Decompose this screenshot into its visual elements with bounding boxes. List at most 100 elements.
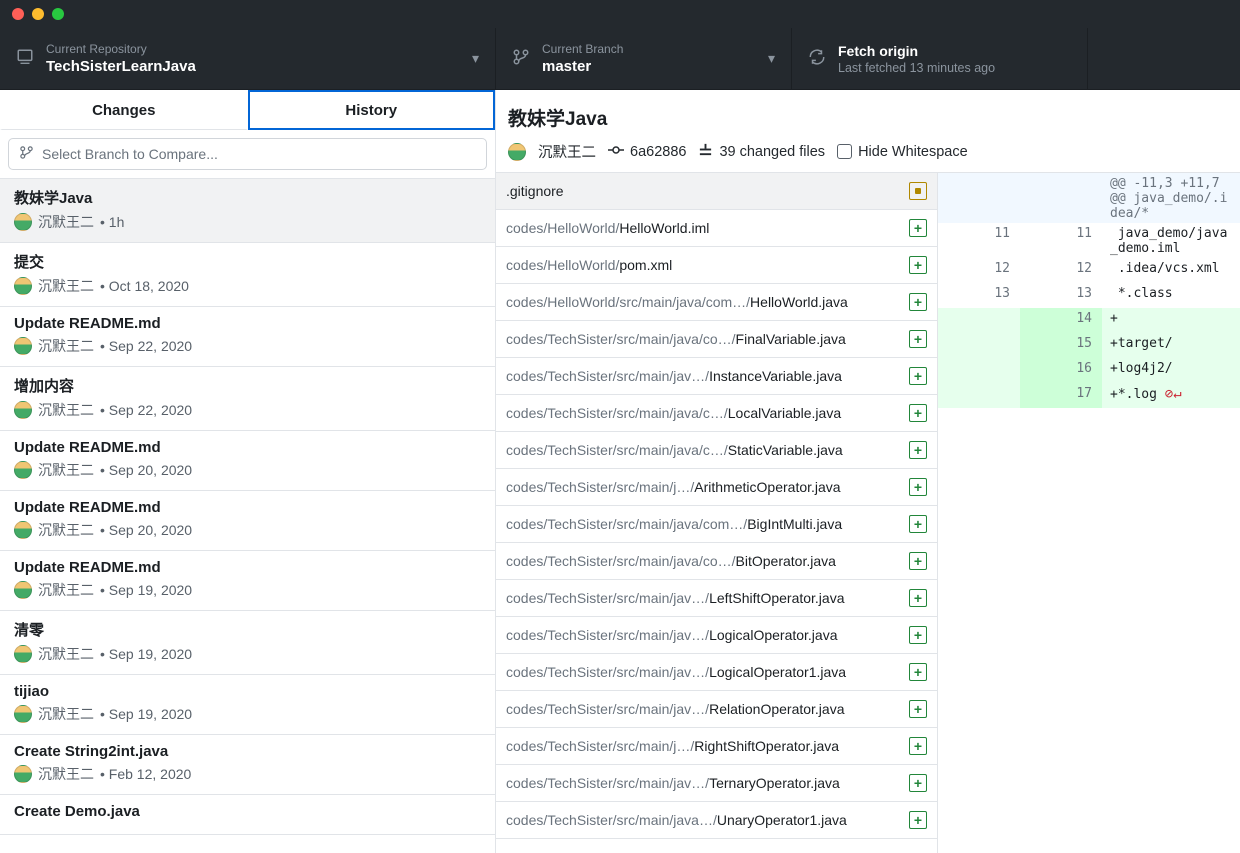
diff-line: java_demo/java_demo.iml	[1102, 223, 1240, 258]
file-row[interactable]: .gitignore	[496, 173, 937, 210]
changed-file-list[interactable]: .gitignorecodes/HelloWorld/HelloWorld.im…	[496, 173, 938, 853]
file-path: codes/TechSister/src/main/jav…/RelationO…	[506, 701, 901, 717]
branch-icon	[512, 48, 530, 69]
sync-icon	[808, 48, 826, 69]
window-minimize-button[interactable]	[32, 8, 44, 20]
file-row[interactable]: codes/TechSister/src/main/java/com…/BigI…	[496, 506, 937, 543]
diff-line: +	[1102, 308, 1240, 333]
commit-item[interactable]: Create Demo.java	[0, 795, 495, 835]
file-row[interactable]: codes/TechSister/src/main/jav…/TernaryOp…	[496, 765, 937, 802]
branch-compare-button[interactable]: Select Branch to Compare...	[8, 138, 487, 170]
commit-item[interactable]: 清零沉默王二• Sep 19, 2020	[0, 611, 495, 675]
file-path: codes/TechSister/src/main/java/co…/Final…	[506, 331, 901, 347]
commit-item[interactable]: Update README.md沉默王二• Sep 20, 2020	[0, 491, 495, 551]
file-row[interactable]: codes/TechSister/src/main/java…/UnaryOpe…	[496, 802, 937, 839]
commit-author: 沉默王二	[38, 336, 94, 356]
diff-icon	[698, 142, 713, 161]
fetch-button[interactable]: Fetch origin Last fetched 13 minutes ago	[792, 28, 1088, 89]
new-line-number: 17	[1020, 383, 1102, 408]
file-row[interactable]: codes/TechSister/src/main/j…/ArithmeticO…	[496, 469, 937, 506]
old-line-number	[938, 333, 1020, 358]
avatar	[14, 705, 32, 723]
repo-dropdown[interactable]: Current Repository TechSisterLearnJava ▾	[0, 28, 496, 89]
file-row[interactable]: codes/TechSister/src/main/jav…/RelationO…	[496, 691, 937, 728]
branch-compare-container: Select Branch to Compare...	[0, 130, 495, 179]
added-badge-icon: +	[909, 478, 927, 496]
commit-author: 沉默王二	[38, 644, 94, 664]
sidebar-tabs: Changes History	[0, 90, 495, 130]
commit-title: Update README.md	[14, 439, 481, 456]
old-line-number: 11	[938, 223, 1020, 258]
commit-title: 清零	[14, 619, 481, 640]
window-zoom-button[interactable]	[52, 8, 64, 20]
avatar	[508, 143, 526, 161]
file-row[interactable]: codes/HelloWorld/pom.xml+	[496, 247, 937, 284]
new-line-number: 13	[1020, 283, 1102, 308]
avatar	[14, 461, 32, 479]
changed-files[interactable]: 39 changed files	[698, 142, 825, 161]
commit-icon	[608, 143, 624, 161]
diff-hunk-header: @@ -11,3 +11,7 @@ java_demo/.idea/*	[1102, 173, 1240, 223]
commit-detail: 教妹学Java 沉默王二 6a62886 39 changed files Hi…	[496, 90, 1240, 853]
commit-item[interactable]: 教妹学Java沉默王二• 1h	[0, 179, 495, 243]
commit-item[interactable]: Create String2int.java沉默王二• Feb 12, 2020	[0, 735, 495, 795]
branch-dropdown[interactable]: Current Branch master ▾	[496, 28, 792, 89]
file-row[interactable]: codes/TechSister/src/main/java/c…/Static…	[496, 432, 937, 469]
added-badge-icon: +	[909, 404, 927, 422]
added-badge-icon: +	[909, 774, 927, 792]
commit-list[interactable]: 教妹学Java沉默王二• 1h提交沉默王二• Oct 18, 2020Updat…	[0, 179, 495, 853]
file-row[interactable]: codes/HelloWorld/src/main/java/com…/Hell…	[496, 284, 937, 321]
file-row[interactable]: codes/TechSister/src/main/jav…/InstanceV…	[496, 358, 937, 395]
hide-whitespace-checkbox[interactable]: Hide Whitespace	[837, 144, 968, 160]
tab-changes[interactable]: Changes	[0, 90, 248, 130]
commit-item[interactable]: Update README.md沉默王二• Sep 19, 2020	[0, 551, 495, 611]
commit-title: Create String2int.java	[14, 743, 481, 760]
old-line-number: 12	[938, 258, 1020, 283]
commit-item[interactable]: 增加内容沉默王二• Sep 22, 2020	[0, 367, 495, 431]
commit-item[interactable]: Update README.md沉默王二• Sep 20, 2020	[0, 431, 495, 491]
file-row[interactable]: codes/TechSister/src/main/j…/RightShiftO…	[496, 728, 937, 765]
diff-line: *.class	[1102, 283, 1240, 308]
file-row[interactable]: codes/TechSister/src/main/java/co…/Final…	[496, 321, 937, 358]
commit-author: 沉默王二	[38, 704, 94, 724]
commit-sha-text: 6a62886	[630, 144, 686, 160]
repo-icon	[16, 48, 34, 69]
file-row[interactable]: codes/HelloWorld/HelloWorld.iml +	[496, 210, 937, 247]
file-row[interactable]: codes/TechSister/src/main/java/co…/BitOp…	[496, 543, 937, 580]
commit-title: Update README.md	[14, 499, 481, 516]
avatar	[14, 521, 32, 539]
file-path: codes/TechSister/src/main/java/c…/Static…	[506, 442, 901, 458]
added-badge-icon: +	[909, 330, 927, 348]
file-row[interactable]: codes/TechSister/src/main/jav…/LogicalOp…	[496, 617, 937, 654]
file-path: codes/HelloWorld/HelloWorld.iml	[506, 220, 901, 236]
file-row[interactable]: codes/TechSister/src/main/jav…/LeftShift…	[496, 580, 937, 617]
added-badge-icon: +	[909, 256, 927, 274]
chevron-down-icon: ▾	[472, 50, 479, 67]
file-row[interactable]: codes/TechSister/src/main/java/c…/LocalV…	[496, 395, 937, 432]
commit-sha[interactable]: 6a62886	[608, 143, 686, 161]
file-path: codes/TechSister/src/main/jav…/LogicalOp…	[506, 664, 901, 680]
branch-icon	[19, 145, 34, 163]
file-row[interactable]: codes/TechSister/src/main/jav…/LogicalOp…	[496, 654, 937, 691]
commit-title: 教妹学Java	[508, 104, 1228, 131]
file-path: codes/HelloWorld/src/main/java/com…/Hell…	[506, 294, 901, 310]
added-badge-icon: +	[909, 219, 927, 237]
added-badge-icon: +	[909, 367, 927, 385]
file-path: codes/TechSister/src/main/java/co…/BitOp…	[506, 553, 901, 569]
commit-item[interactable]: tijiao沉默王二• Sep 19, 2020	[0, 675, 495, 735]
added-badge-icon: +	[909, 737, 927, 755]
commit-item[interactable]: Update README.md沉默王二• Sep 22, 2020	[0, 307, 495, 367]
diff-view[interactable]: @@ -11,3 +11,7 @@ java_demo/.idea/*1111 …	[938, 173, 1240, 853]
file-path: codes/TechSister/src/main/java…/UnaryOpe…	[506, 812, 901, 828]
branch-label: Current Branch	[542, 42, 623, 56]
commit-item[interactable]: 提交沉默王二• Oct 18, 2020	[0, 243, 495, 307]
tab-history[interactable]: History	[248, 90, 496, 130]
commit-author: 沉默王二	[38, 400, 94, 420]
window-close-button[interactable]	[12, 8, 24, 20]
file-path: codes/TechSister/src/main/jav…/TernaryOp…	[506, 775, 901, 791]
file-path: codes/TechSister/src/main/j…/ArithmeticO…	[506, 479, 901, 495]
added-badge-icon: +	[909, 515, 927, 533]
changed-files-text: 39 changed files	[719, 144, 825, 160]
added-badge-icon: +	[909, 441, 927, 459]
commit-author: 沉默王二	[38, 276, 94, 296]
